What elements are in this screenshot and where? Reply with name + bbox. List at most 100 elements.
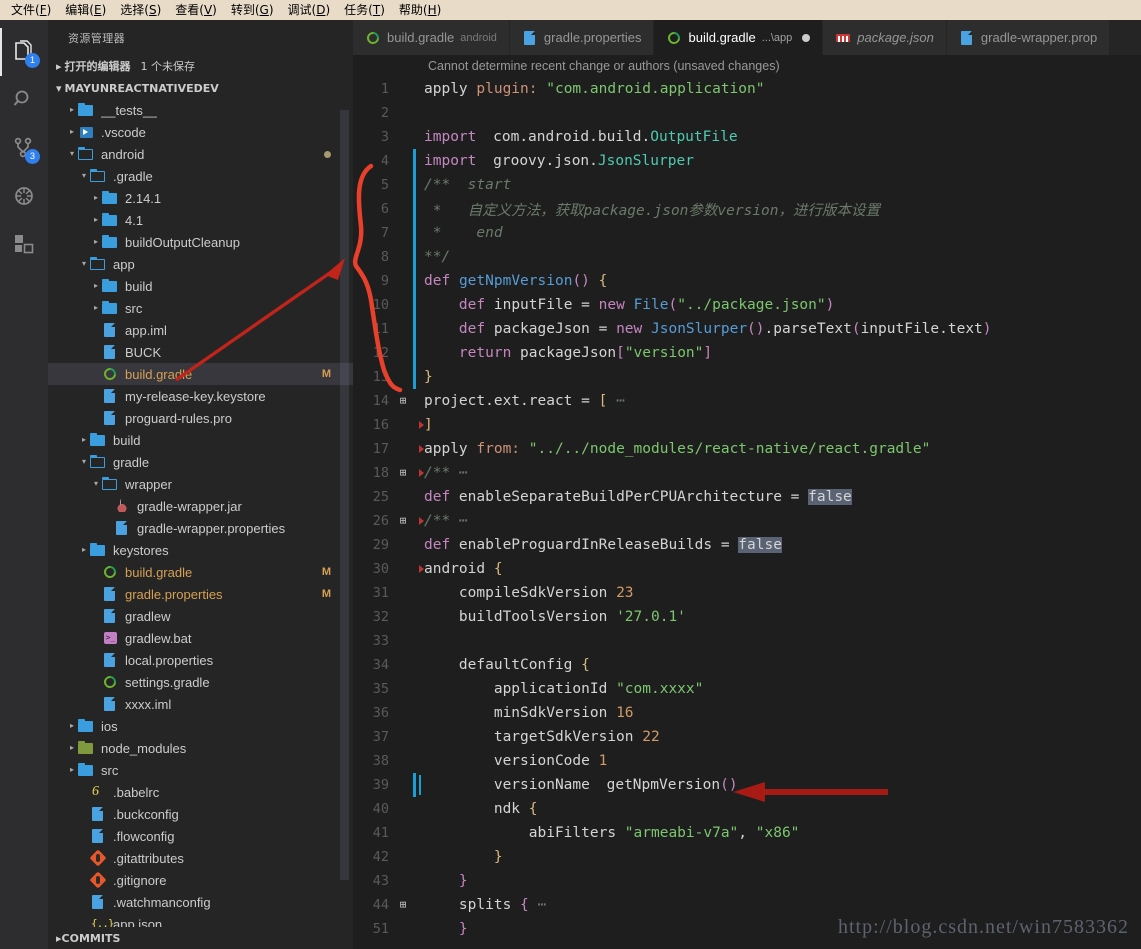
code-lens[interactable]: Cannot determine recent change or author… [353, 55, 1141, 77]
code-line-2[interactable]: 2 [353, 101, 1141, 125]
tree-item-ios[interactable]: ▸ ios [48, 715, 353, 737]
sidebar-scrollbar[interactable] [340, 110, 349, 880]
fold-toggle[interactable]: ⊞ [393, 461, 413, 485]
tree-item-2-14-1[interactable]: ▸ 2.14.1 [48, 187, 353, 209]
chevron-right-icon[interactable]: ▸ [90, 231, 102, 253]
code-line-40[interactable]: 40 ndk { [353, 797, 1141, 821]
activity-item-debug[interactable] [0, 172, 48, 220]
menu-item-2[interactable]: 选择(S) [113, 1, 168, 19]
fold-toggle[interactable]: ⊞ [393, 893, 413, 917]
tree-item-app[interactable]: ▾ app [48, 253, 353, 275]
code-line-30[interactable]: 30 android { [353, 557, 1141, 581]
tree-item-my-release-key-keystore[interactable]: my-release-key.keystore [48, 385, 353, 407]
chevron-right-icon[interactable]: ▸ [90, 209, 102, 231]
tree-item-gradlew-bat[interactable]: >_ gradlew.bat [48, 627, 353, 649]
code-line-9[interactable]: 9 def getNpmVersion() { [353, 269, 1141, 293]
tree-item--tests-[interactable]: ▸ __tests__ [48, 99, 353, 121]
code-line-14[interactable]: 14 ⊞ project.ext.react = [ ⋯ [353, 389, 1141, 413]
chevron-right-icon[interactable]: ▸ [66, 759, 78, 781]
tree-item-keystores[interactable]: ▸ keystores [48, 539, 353, 561]
code-line-5[interactable]: 5/** start [353, 173, 1141, 197]
chevron-right-icon[interactable]: ▸ [90, 297, 102, 319]
code-content[interactable]: 1 apply plugin: "com.android.application"… [353, 77, 1141, 941]
code-line-33[interactable]: 33 [353, 629, 1141, 653]
tree-item-gradle-wrapper-jar[interactable]: gradle-wrapper.jar [48, 495, 353, 517]
code-line-29[interactable]: 29 def enableProguardInReleaseBuilds = fa… [353, 533, 1141, 557]
code-line-38[interactable]: 38 versionCode 1 [353, 749, 1141, 773]
tree-item-build-gradle[interactable]: build.gradle M [48, 363, 353, 385]
menu-item-1[interactable]: 编辑(E) [58, 1, 113, 19]
chevron-down-icon[interactable]: ▾ [90, 473, 102, 495]
tree-item-src[interactable]: ▸ src [48, 297, 353, 319]
code-line-10[interactable]: 10 def inputFile = new File("../package.… [353, 293, 1141, 317]
chevron-down-icon[interactable]: ▾ [78, 165, 90, 187]
code-line-37[interactable]: 37 targetSdkVersion 22 [353, 725, 1141, 749]
chevron-down-icon[interactable]: ▾ [78, 451, 90, 473]
tree-item-wrapper[interactable]: ▾ wrapper [48, 473, 353, 495]
chevron-right-icon[interactable]: ▸ [90, 275, 102, 297]
code-line-12[interactable]: 12 return packageJson["version"] [353, 341, 1141, 365]
code-line-42[interactable]: 42 } [353, 845, 1141, 869]
activity-item-search[interactable] [0, 76, 48, 124]
menu-item-4[interactable]: 转到(G) [224, 1, 281, 19]
tree-item-android[interactable]: ▾ android [48, 143, 353, 165]
code-line-31[interactable]: 31 compileSdkVersion 23 [353, 581, 1141, 605]
tree-item--babelrc[interactable]: 6 .babelrc [48, 781, 353, 803]
tree-item-buildoutputcleanup[interactable]: ▸ buildOutputCleanup [48, 231, 353, 253]
tree-item--vscode[interactable]: ▸ .vscode [48, 121, 353, 143]
open-editors-section[interactable]: ▸ 打开的编辑器 1 个未保存 [48, 55, 353, 77]
chevron-down-icon[interactable]: ▾ [66, 143, 78, 165]
code-line-32[interactable]: 32 buildToolsVersion '27.0.1' [353, 605, 1141, 629]
code-line-17[interactable]: 17 apply from: "../../node_modules/react-… [353, 437, 1141, 461]
menu-item-5[interactable]: 调试(D) [281, 1, 338, 19]
code-line-6[interactable]: 6 * 自定义方法，获取package.json参数version，进行版本设置 [353, 197, 1141, 221]
code-line-26[interactable]: 26 ⊞/** ⋯ [353, 509, 1141, 533]
commits-section[interactable]: ▸ COMMITS [48, 927, 353, 949]
tree-item--gradle[interactable]: ▾ .gradle [48, 165, 353, 187]
chevron-right-icon[interactable]: ▸ [78, 539, 90, 561]
tree-item--watchmanconfig[interactable]: .watchmanconfig [48, 891, 353, 913]
menu-item-7[interactable]: 帮助(H) [392, 1, 448, 19]
code-line-3[interactable]: 3 import com.android.build.OutputFile [353, 125, 1141, 149]
tree-item-src[interactable]: ▸ src [48, 759, 353, 781]
tree-item-node-modules[interactable]: ▸ node_modules [48, 737, 353, 759]
code-line-8[interactable]: 8 **/ [353, 245, 1141, 269]
tree-item--buckconfig[interactable]: .buckconfig [48, 803, 353, 825]
tree-item-app-iml[interactable]: app.iml [48, 319, 353, 341]
menu-item-6[interactable]: 任务(T) [337, 1, 392, 19]
tree-item-build[interactable]: ▸ build [48, 275, 353, 297]
code-line-7[interactable]: 7 * end [353, 221, 1141, 245]
activity-item-source-control[interactable]: 3 [0, 124, 48, 172]
code-line-16[interactable]: 16] [353, 413, 1141, 437]
tree-item-xxxx-iml[interactable]: xxxx.iml [48, 693, 353, 715]
tree-item--gitattributes[interactable]: .gitattributes [48, 847, 353, 869]
tree-item-proguard-rules-pro[interactable]: proguard-rules.pro [48, 407, 353, 429]
project-root-section[interactable]: ▾ MAYUNREACTNATIVEDEV [48, 77, 353, 99]
tree-item-4-1[interactable]: ▸ 4.1 [48, 209, 353, 231]
tab-dirty-indicator[interactable] [802, 33, 811, 42]
tree-item-build[interactable]: ▸ build [48, 429, 353, 451]
editor-tab-build-gradle-active[interactable]: build.gradle ...\app [654, 20, 824, 55]
code-line-34[interactable]: 34 defaultConfig { [353, 653, 1141, 677]
editor-tab-build-gradle[interactable]: build.gradle android [353, 20, 510, 55]
menu-item-3[interactable]: 查看(V) [168, 1, 224, 19]
tree-item-gradle[interactable]: ▾ gradle [48, 451, 353, 473]
code-line-18[interactable]: 18 ⊞/** ⋯ [353, 461, 1141, 485]
activity-item-extensions[interactable] [0, 220, 48, 268]
tree-item--gitignore[interactable]: .gitignore [48, 869, 353, 891]
code-line-43[interactable]: 43 } [353, 869, 1141, 893]
tree-item-gradle-wrapper-properties[interactable]: gradle-wrapper.properties [48, 517, 353, 539]
code-line-35[interactable]: 35 applicationId "com.xxxx" [353, 677, 1141, 701]
tree-item--flowconfig[interactable]: .flowconfig [48, 825, 353, 847]
tree-item-gradle-properties[interactable]: gradle.properties M [48, 583, 353, 605]
chevron-right-icon[interactable]: ▸ [90, 187, 102, 209]
editor-tab-gradle-properties[interactable]: gradle.properties [509, 20, 655, 55]
chevron-right-icon[interactable]: ▸ [66, 121, 78, 143]
menu-item-0[interactable]: 文件(F) [4, 1, 58, 19]
chevron-right-icon[interactable]: ▸ [66, 737, 78, 759]
activity-item-explorer[interactable]: 1 [0, 28, 48, 76]
chevron-down-icon[interactable]: ▾ [78, 253, 90, 275]
editor-tab-gradle-wrapper-prop[interactable]: gradle-wrapper.prop [946, 20, 1111, 55]
code-line-41[interactable]: 41 abiFilters "armeabi-v7a", "x86" [353, 821, 1141, 845]
chevron-right-icon[interactable]: ▸ [78, 429, 90, 451]
